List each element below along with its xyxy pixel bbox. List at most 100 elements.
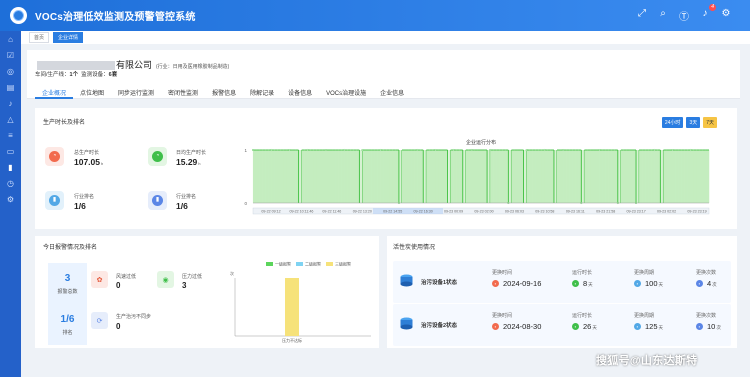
calendar-icon: ▪ <box>492 323 499 330</box>
alarm-summary-card: 3 报警总数 1/6 排名 <box>48 263 87 345</box>
sidebar-warning-icon[interactable]: △ <box>6 115 16 125</box>
cycle-value: 100天 <box>645 279 664 288</box>
timeline-area-segment <box>690 150 694 203</box>
redacted-name <box>37 61 115 71</box>
gear-icon[interactable]: ⚙ <box>720 8 732 23</box>
range-3d-button[interactable]: 3天 <box>686 117 701 128</box>
x-tick-label: 09-23 10:58 <box>535 210 554 214</box>
sidebar-book-icon[interactable]: ▤ <box>6 83 16 93</box>
timeline-area-segment <box>313 150 318 203</box>
x-tick-label: 09-23 00:09 <box>444 210 463 214</box>
runtime-icon: ▪ <box>572 280 579 287</box>
tab-2[interactable]: 同步运行监测 <box>111 85 161 99</box>
timeline-area-segment <box>307 150 311 203</box>
search-icon[interactable]: ⌕ <box>657 8 669 23</box>
total-duration-value: 107.05h <box>74 157 104 167</box>
timeline-area-segment <box>526 150 530 203</box>
timeline-area-segment <box>654 150 658 203</box>
cycle-icon: ▪ <box>634 280 641 287</box>
timeline-point <box>525 148 528 151</box>
timeline-area-segment <box>590 150 594 203</box>
timeline-area-segment <box>584 150 588 203</box>
range-24h-button[interactable]: 24小时 <box>661 117 684 128</box>
tab-0[interactable]: 企业概况 <box>35 85 74 99</box>
cycle-label: 更换周期 <box>634 270 655 276</box>
app-header: VOCs治理低效监测及预警管控系统 ⤢ ⌕ Ⓣ ♪ 4 ⚙ <box>0 0 750 31</box>
timeline-area-segment <box>362 150 366 203</box>
timeline-area-segment <box>587 150 591 203</box>
total-duration-label: 总生产时长 <box>74 150 100 156</box>
sidebar-chart-icon[interactable]: ▮ <box>6 163 16 173</box>
y-tick-label: 1 <box>244 148 247 153</box>
bell-icon[interactable]: ♪ 4 <box>699 4 716 23</box>
sidebar-home-icon[interactable]: ⌂ <box>6 35 16 45</box>
y-tick-label: 0 <box>244 201 247 206</box>
tab-6[interactable]: 设备信息 <box>281 85 319 99</box>
timeline-area-segment <box>353 150 357 203</box>
timeline-point <box>434 148 437 151</box>
run-duration-value: 8天 <box>583 279 593 288</box>
timeline-area-segment <box>675 150 679 203</box>
sidebar-alarm-icon[interactable]: ♪ <box>6 99 16 109</box>
breadcrumb: 首页 企业详情 <box>21 31 750 44</box>
sidebar-clock-icon[interactable]: ◷ <box>6 179 16 189</box>
sidebar-globe-icon[interactable]: ◎ <box>6 67 16 77</box>
timeline-area-segment <box>426 150 430 203</box>
timeline-area-segment <box>474 150 479 203</box>
timeline-area-segment <box>283 150 287 203</box>
timeline-area-segment <box>438 150 442 203</box>
pressure-value: 3 <box>182 281 187 290</box>
timeline-area-segment <box>547 150 552 203</box>
timeline-area-segment <box>569 150 573 203</box>
tab-home[interactable]: 首页 <box>29 32 50 43</box>
timeline-area-segment <box>705 150 710 203</box>
timeline-area-segment <box>605 150 609 203</box>
timeline-area-segment <box>620 150 625 203</box>
tab-1[interactable]: 点位地图 <box>73 85 111 99</box>
timeline-area-segment <box>535 150 539 203</box>
sidebar-card-icon[interactable]: ▭ <box>6 147 16 157</box>
timeline-area-segment <box>684 150 688 203</box>
timeline-point <box>361 148 364 151</box>
x-tick-label: 09-23 02:00 <box>474 210 493 214</box>
calendar-icon: ▪ <box>492 280 499 287</box>
timeline-area-segment <box>693 150 698 203</box>
timeline-area-segment <box>411 150 415 203</box>
alarm-title: 今日报警情况及排名 <box>43 245 98 251</box>
timeline-area-segment <box>538 150 542 203</box>
range-7d-button[interactable]: 7天 <box>703 117 717 128</box>
tab-7[interactable]: VOCs治理设施 <box>319 85 373 99</box>
timeline-area-segment <box>511 150 515 203</box>
timeline-area-segment <box>557 150 561 203</box>
tab-4[interactable]: 报警信息 <box>205 85 243 99</box>
run-duration-label: 运行时长 <box>572 270 593 276</box>
timeline-area-segment <box>481 150 485 203</box>
sidebar-settings-icon[interactable]: ⚙ <box>6 195 16 205</box>
tab-5[interactable]: 除解记录 <box>243 85 281 99</box>
tab-company-detail[interactable]: 企业详情 <box>53 32 84 43</box>
timeline-area-segment <box>669 150 673 203</box>
timeline-area-segment <box>389 150 394 203</box>
wind-icon: ✿ <box>91 271 108 288</box>
timeline-area-segment <box>371 150 375 203</box>
timeline-area-segment <box>465 150 470 203</box>
sidebar-check-icon[interactable]: ☑ <box>6 51 16 61</box>
company-nav-tabs: 企业概况 点位地图 同步运行监测 密闭性监测 报警信息 除解记录 设备信息 VOCs治理设施企… <box>27 85 740 99</box>
tab-8[interactable]: 企业信息 <box>373 85 411 99</box>
tab-3[interactable]: 密闭性监测 <box>161 85 205 99</box>
sync-icon: ⟳ <box>91 312 108 329</box>
timeline-area-segment <box>374 150 378 203</box>
legend-label: 三级报警 <box>335 261 351 267</box>
sidebar-list-icon[interactable]: ≡ <box>6 131 16 141</box>
sync-label: 生产治污不同步 <box>116 314 152 320</box>
font-size-icon[interactable]: Ⓣ <box>678 8 690 23</box>
timeline-area-segment <box>350 150 354 203</box>
timeline-area-segment <box>322 150 327 203</box>
run-duration-label: 运行时长 <box>572 313 593 319</box>
timeline-area-segment <box>432 150 436 203</box>
timeline-area-segment <box>253 150 257 203</box>
timeline-point <box>306 148 309 151</box>
timeline-point <box>343 148 346 151</box>
timeline-area-segment <box>289 150 293 203</box>
fullscreen-icon[interactable]: ⤢ <box>636 8 648 23</box>
